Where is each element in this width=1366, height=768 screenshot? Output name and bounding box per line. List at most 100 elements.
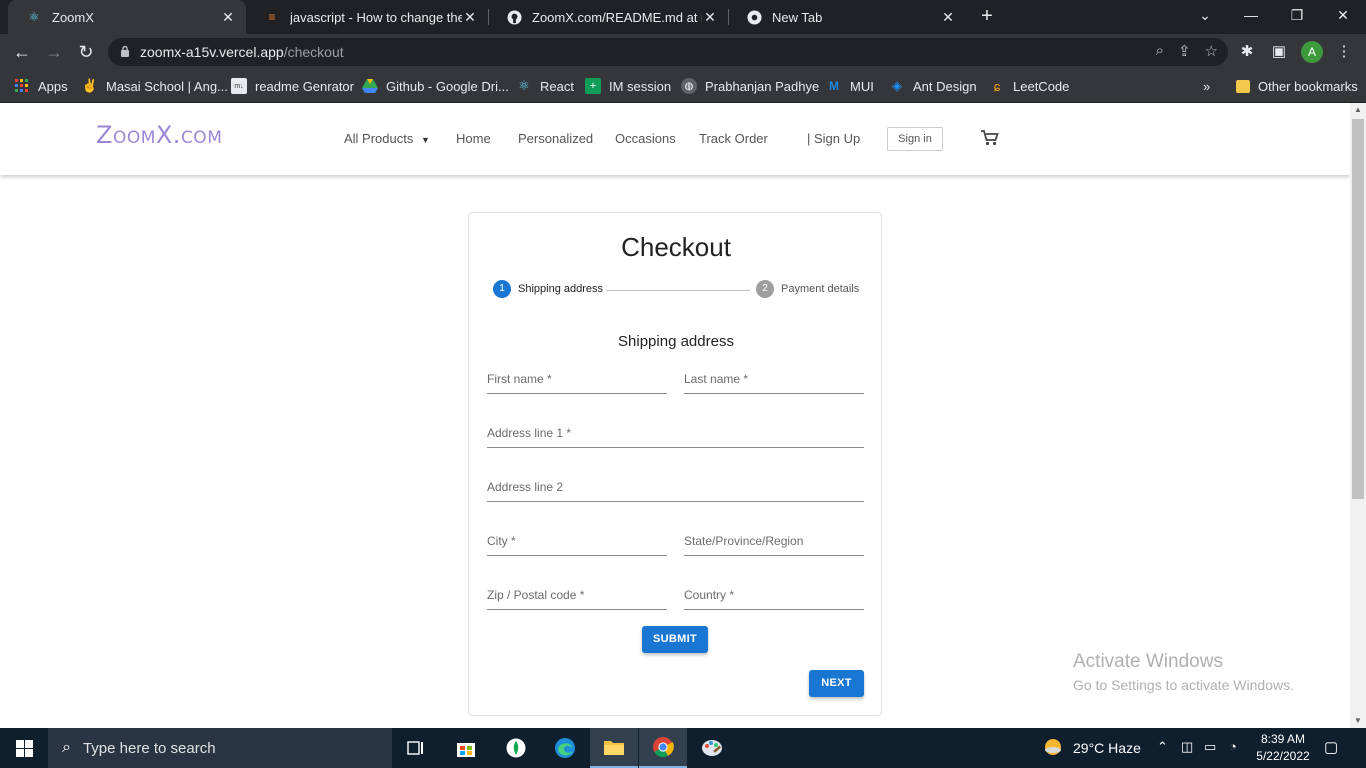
browser-tab-bar: ⚛ ZoomX ✕ ≡ javascript - How to change t… [0, 0, 1366, 34]
nav-track-order[interactable]: Track Order [699, 131, 768, 146]
chrome-favicon-icon [746, 9, 762, 25]
last-name-field[interactable]: Last name * [684, 370, 864, 394]
bookmark-masai[interactable]: ✌ Masai School | Ang... [82, 76, 228, 96]
profile-avatar[interactable]: A [1301, 41, 1323, 63]
first-name-field[interactable]: First name * [487, 370, 667, 394]
site-logo[interactable]: ZoomX.com [96, 121, 222, 149]
bookmark-star-icon[interactable]: ☆ [1205, 42, 1218, 60]
tab-new-tab[interactable]: New Tab ✕ [728, 0, 966, 34]
meet-now-icon[interactable]: ◫ [1181, 739, 1193, 755]
nav-occasions[interactable]: Occasions [615, 131, 676, 146]
bookmark-ant-design[interactable]: ◈ Ant Design [889, 76, 977, 96]
address-line1-label: Address line 1 * [487, 426, 572, 440]
tab-stackoverflow[interactable]: ≡ javascript - How to change the st ✕ [246, 0, 488, 34]
bookmark-react[interactable]: ⚛ React [516, 76, 574, 96]
bookmark-apps[interactable]: Apps [14, 76, 68, 96]
bookmark-label: Masai School | Ang... [106, 78, 228, 94]
globe-icon: ◍ [681, 78, 697, 94]
close-tab-icon[interactable]: ✕ [220, 9, 236, 26]
bookmark-mui[interactable]: M MUI [826, 76, 874, 96]
weather-text[interactable]: 29°C Haze [1073, 740, 1141, 756]
bookmark-leetcode[interactable]: ɕ LeetCode [989, 76, 1070, 96]
system-clock[interactable]: 8:39 AM 5/22/2022 [1252, 731, 1314, 765]
tab-search-icon[interactable]: ⌄ [1182, 0, 1228, 30]
page-scrollbar[interactable]: ▲ ▼ [1350, 103, 1366, 728]
section-title: Shipping address [618, 333, 734, 350]
leetcode-icon: ɕ [993, 78, 1001, 94]
bookmark-label: IM session [609, 78, 672, 94]
bookmark-readme-generator[interactable]: m↓ readme Genrator [231, 76, 354, 96]
stepper-connector [606, 290, 750, 291]
new-tab-button[interactable]: + [976, 5, 998, 29]
close-tab-icon[interactable]: ✕ [462, 9, 478, 26]
menu-icon[interactable]: ⋮ [1334, 42, 1354, 62]
restore-icon[interactable]: ❐ [1274, 0, 1320, 30]
state-field[interactable]: State/Province/Region [684, 532, 864, 556]
forward-icon[interactable]: → [42, 40, 66, 64]
react-icon: ⚛ [518, 78, 530, 93]
zip-field[interactable]: Zip / Postal code * [487, 586, 667, 610]
step-number: 2 [756, 280, 774, 298]
taskbar-search[interactable]: ⌕ Type here to search [48, 728, 392, 768]
close-tab-icon[interactable]: ✕ [702, 9, 718, 26]
google-drive-icon [362, 78, 378, 94]
battery-icon[interactable]: ▭ [1204, 739, 1216, 755]
zoom-icon[interactable]: ⌕ [1156, 42, 1164, 60]
side-panel-icon[interactable]: ▣ [1269, 42, 1289, 62]
city-field[interactable]: City * [487, 532, 667, 556]
more-bookmarks-icon[interactable]: » [1203, 76, 1210, 96]
address-bar[interactable]: zoomx-a15v.vercel.app/checkout ⌕ ⇪ ☆ [108, 38, 1228, 66]
next-button[interactable]: NEXT [809, 670, 864, 697]
back-icon[interactable]: ← [10, 40, 34, 64]
address-line1-field[interactable]: Address line 1 * [487, 424, 864, 448]
close-tab-icon[interactable]: ✕ [940, 9, 956, 26]
chrome-icon[interactable] [639, 728, 687, 768]
task-view-icon[interactable] [392, 728, 440, 768]
submit-button[interactable]: SUBMIT [642, 626, 708, 653]
checkout-card: Checkout 1 Shipping address 2 Payment de… [468, 212, 882, 716]
other-bookmarks[interactable]: Other bookmarks [1236, 76, 1358, 96]
apps-grid-icon [14, 78, 30, 94]
bookmark-google-drive[interactable]: Github - Google Dri... [362, 76, 509, 96]
scroll-thumb[interactable] [1352, 119, 1364, 499]
bookmark-label: Apps [38, 78, 68, 94]
masai-icon: ✌ [81, 78, 99, 93]
step-label: Payment details [781, 283, 860, 295]
nav-sign-up[interactable]: | Sign Up [807, 131, 860, 146]
scroll-up-icon[interactable]: ▲ [1350, 103, 1366, 117]
scroll-down-icon[interactable]: ▼ [1350, 714, 1366, 728]
nav-home[interactable]: Home [456, 131, 491, 146]
file-explorer-icon[interactable] [590, 728, 638, 768]
bookmark-im-session[interactable]: + IM session [585, 76, 671, 96]
tab-zoomx[interactable]: ⚛ ZoomX ✕ [8, 0, 246, 34]
sign-in-button[interactable]: Sign in [887, 127, 943, 151]
notifications-icon[interactable]: ▢ [1324, 738, 1338, 756]
tab-github[interactable]: ZoomX.com/README.md at main ✕ [488, 0, 728, 34]
nav-personalized[interactable]: Personalized [518, 131, 593, 146]
ms-store-icon[interactable] [442, 728, 490, 768]
nav-all-products[interactable]: All Products ▼ [344, 131, 430, 146]
extensions-icon[interactable]: ✱ [1237, 42, 1257, 62]
weather-icon[interactable] [1043, 737, 1063, 760]
step-label: Shipping address [518, 283, 604, 295]
start-button[interactable] [0, 728, 48, 768]
paint-icon[interactable] [688, 728, 736, 768]
step-shipping-address: 1 Shipping address [493, 280, 603, 298]
country-field[interactable]: Country * [684, 586, 864, 610]
show-hidden-icons-icon[interactable]: ⌃ [1157, 739, 1168, 755]
bookmark-prabhanjan[interactable]: ◍ Prabhanjan Padhye [681, 76, 819, 96]
sheets-icon: + [585, 78, 601, 94]
cart-icon[interactable] [981, 130, 999, 146]
wifi-icon[interactable]: ◔ [1229, 739, 1237, 754]
edge-icon[interactable] [541, 728, 589, 768]
minimize-icon[interactable]: — [1228, 0, 1274, 30]
url-host: zoomx-a15v.vercel.app [140, 44, 284, 60]
close-window-icon[interactable]: ✕ [1320, 0, 1366, 30]
address-line2-field[interactable]: Address line 2 [487, 478, 864, 502]
reload-icon[interactable]: ↻ [74, 40, 98, 64]
share-icon[interactable]: ⇪ [1178, 42, 1191, 60]
bookmark-label: Github - Google Dri... [386, 78, 509, 94]
tab-title: ZoomX.com/README.md at main [532, 9, 702, 25]
mongodb-compass-icon[interactable] [492, 728, 540, 768]
clock-time: 8:39 AM [1260, 732, 1306, 746]
